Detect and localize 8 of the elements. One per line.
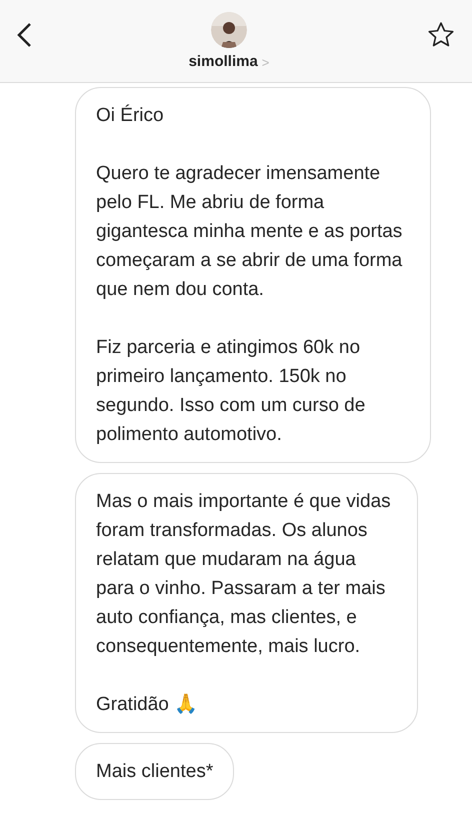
message-text: Gratidão 🙏 <box>96 692 200 717</box>
message-text: Quero te agradecer imensamente pelo FL. Me abriu de forma gigantesca minha mente e as portas começaram a se abrir de uma forma que nem dou conta. <box>96 162 404 302</box>
message-text: Mas o mais importante é que vidas foram transformadas. Os alunos relatam que mudaram na água para o vinho. Passaram a ter mais auto confiança, mas clientes, e consequentemente, mais lucro. <box>96 490 392 659</box>
message-text: Oi Érico <box>96 104 165 128</box>
username[interactable]: simollima <box>188 51 258 74</box>
chevron-icon: > <box>262 52 270 72</box>
message-text: Mais clientes* <box>96 760 214 784</box>
message-text: Fiz parceria e atingimos 60k no primeiro lançamento. 150k no segundo. Isso com um curso de polimento automotivo. <box>96 336 366 447</box>
